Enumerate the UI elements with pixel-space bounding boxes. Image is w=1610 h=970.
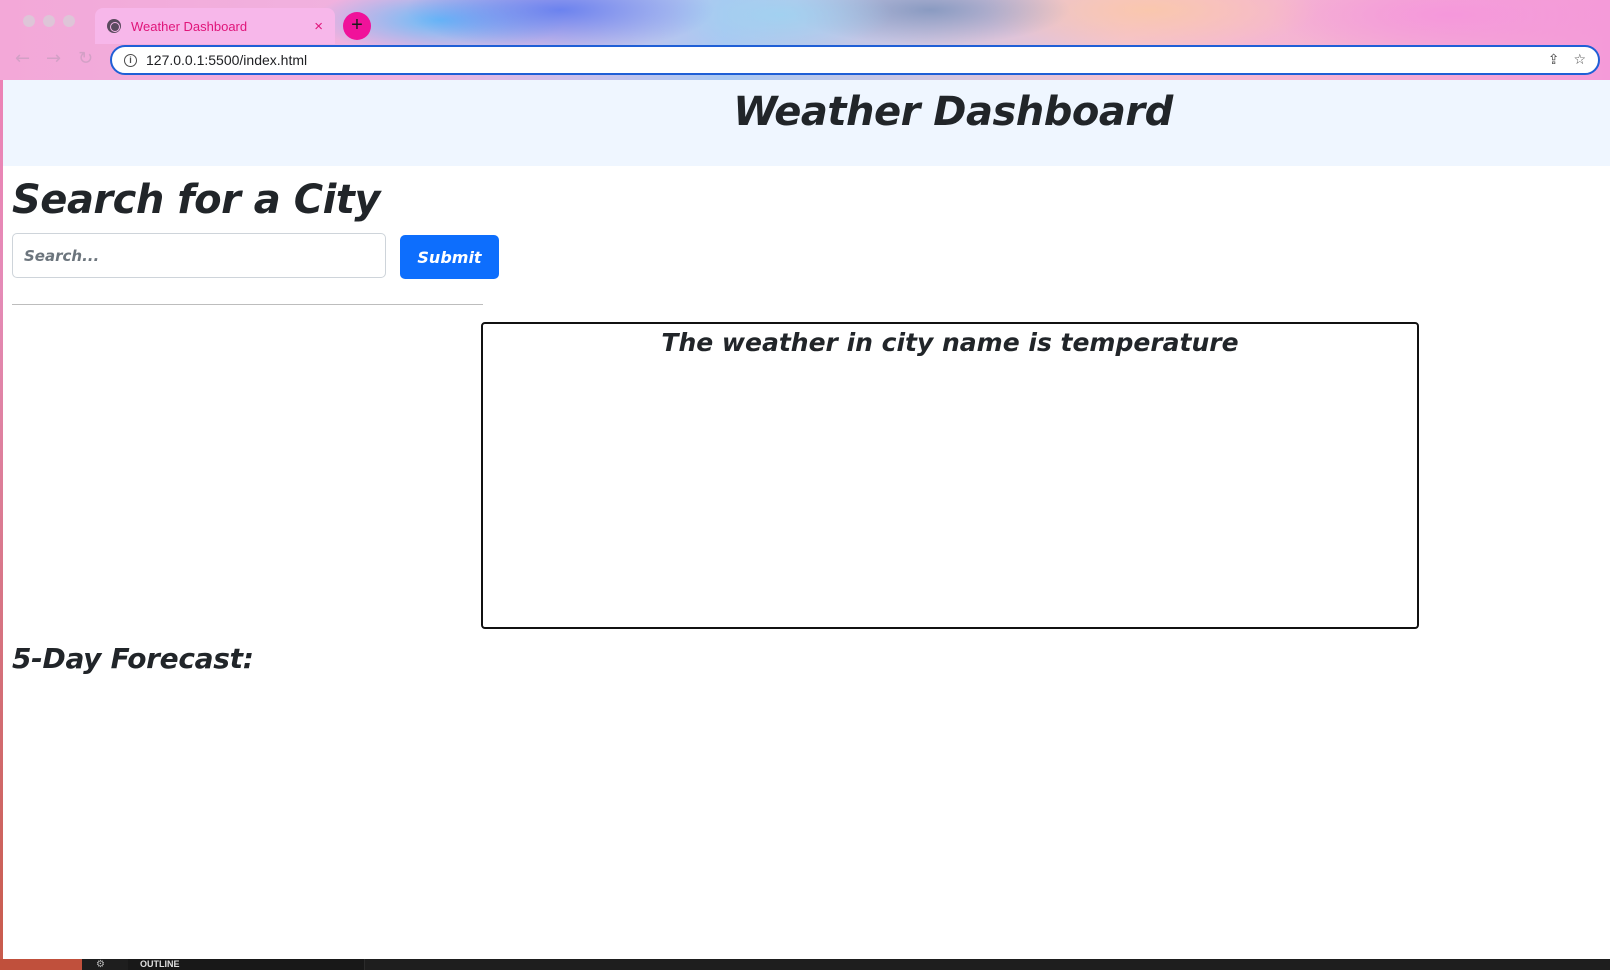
site-info-icon[interactable]: i <box>124 53 137 67</box>
close-window-button[interactable] <box>23 15 35 27</box>
tab-title: Weather Dashboard <box>131 18 248 34</box>
share-icon[interactable]: ⇪ <box>1548 52 1560 68</box>
current-weather-card: The weather in city name is temperature <box>481 322 1419 629</box>
editor-activity-strip <box>0 959 82 970</box>
browser-chrome: Weather Dashboard × + ← → ↻ i 127.0.0.1:… <box>0 0 1610 80</box>
search-input[interactable] <box>12 233 386 278</box>
maximize-window-button[interactable] <box>63 15 75 27</box>
browser-tab[interactable]: Weather Dashboard × <box>95 8 335 44</box>
current-weather-text: The weather in city name is temperature <box>661 328 1239 357</box>
back-arrow-icon[interactable]: ← <box>15 49 30 69</box>
screen: Weather Dashboard × + ← → ↻ i 127.0.0.1:… <box>0 0 1610 970</box>
search-heading: Search for a City <box>12 177 380 223</box>
page-header: Weather Dashboard <box>3 80 1610 166</box>
globe-icon <box>107 19 121 33</box>
bookmark-star-icon[interactable]: ☆ <box>1573 52 1586 68</box>
minimize-window-button[interactable] <box>43 15 55 27</box>
address-bar[interactable]: i 127.0.0.1:5500/index.html ⇪ ☆ <box>110 45 1600 75</box>
search-history-divider <box>12 304 483 305</box>
forward-arrow-icon[interactable]: → <box>46 49 61 69</box>
outline-label[interactable]: OUTLINE <box>140 959 180 970</box>
page-content: Weather Dashboard Search for a City Subm… <box>3 80 1610 959</box>
reload-icon[interactable]: ↻ <box>78 49 93 69</box>
close-tab-icon[interactable]: × <box>314 18 323 35</box>
new-tab-button[interactable]: + <box>343 12 371 40</box>
submit-button[interactable]: Submit <box>400 235 499 279</box>
page-title: Weather Dashboard <box>733 89 1173 135</box>
editor-status-strip: ⚙ OUTLINE <box>0 959 1610 970</box>
gear-icon[interactable]: ⚙ <box>96 959 105 970</box>
forecast-heading: 5-Day Forecast: <box>12 642 254 675</box>
url-text[interactable]: 127.0.0.1:5500/index.html <box>146 52 1534 68</box>
